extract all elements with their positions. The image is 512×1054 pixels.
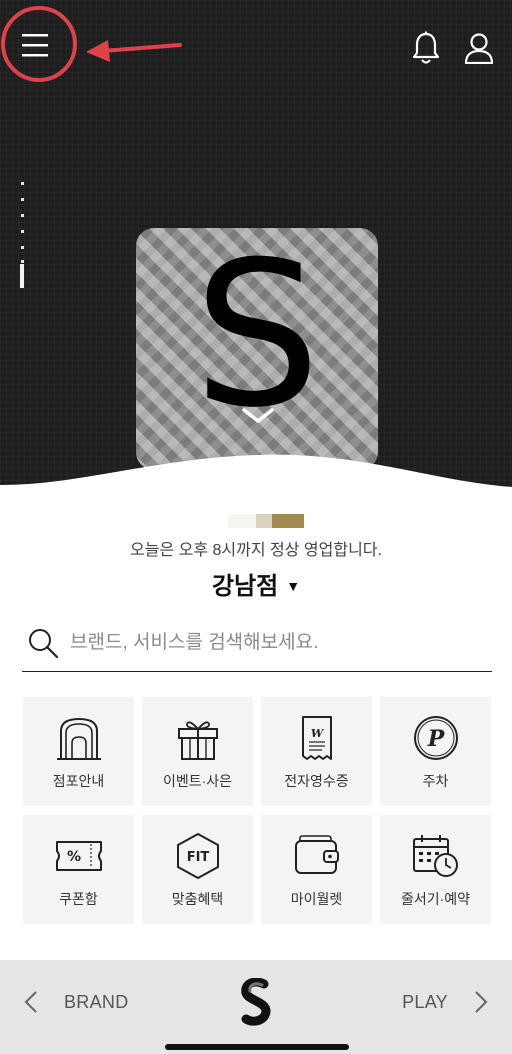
- play-nav-label: PLAY: [402, 991, 448, 1012]
- parking-icon: P: [413, 716, 458, 760]
- notification-button[interactable]: [404, 24, 448, 72]
- search-icon: [29, 629, 59, 659]
- tile-queue-reservation[interactable]: 줄서기·예약: [380, 815, 491, 924]
- calendar-clock-icon: [412, 835, 458, 877]
- search-input[interactable]: [70, 627, 480, 659]
- store-logo-card[interactable]: S: [136, 228, 378, 470]
- pager-dot: [21, 182, 24, 185]
- hero-wave-divider: [0, 454, 512, 500]
- tile-events[interactable]: 이벤트·사은: [142, 697, 253, 806]
- banner-pager[interactable]: [20, 180, 28, 292]
- fit-benefit-icon: FIT: [176, 833, 219, 879]
- dropdown-caret-icon: ▼: [286, 578, 301, 594]
- search-bar[interactable]: [22, 614, 492, 672]
- tile-coupons[interactable]: % 쿠폰함: [23, 815, 134, 924]
- s-logo-icon[interactable]: [238, 978, 274, 1026]
- brand-color-strip: [198, 514, 304, 528]
- coupon-icon: %: [55, 841, 102, 871]
- tile-custom-benefits[interactable]: FIT 맞춤혜택: [142, 815, 253, 924]
- bottom-navigation: BRAND PLAY: [0, 960, 512, 1054]
- chevron-left-icon: [24, 991, 37, 1013]
- profile-button[interactable]: [456, 24, 502, 72]
- hero-banner: S: [0, 0, 512, 500]
- brand-nav-button[interactable]: BRAND: [24, 986, 129, 1018]
- tile-label: 쿠폰함: [59, 891, 98, 907]
- hamburger-menu-button[interactable]: [6, 16, 64, 74]
- receipt-icon: W: [301, 716, 332, 760]
- gift-icon: [177, 721, 218, 760]
- tile-label: 줄서기·예약: [400, 891, 471, 907]
- pager-dot: [21, 246, 24, 249]
- pager-dot: [21, 198, 24, 201]
- tile-my-wallet[interactable]: 마이월렛: [261, 815, 372, 924]
- chevron-down-icon[interactable]: [238, 406, 278, 426]
- tile-store-info[interactable]: 점포안내: [23, 697, 134, 806]
- store-selector[interactable]: 강남점 ▼: [0, 566, 512, 601]
- svg-text:P: P: [426, 726, 445, 752]
- hamburger-menu-icon: [22, 34, 48, 57]
- tile-parking[interactable]: P 주차: [380, 697, 491, 806]
- bell-icon: [412, 31, 440, 64]
- tile-label: 이벤트·사은: [162, 773, 233, 789]
- brand-nav-label: BRAND: [64, 991, 129, 1012]
- tile-label: 맞춤혜택: [171, 891, 224, 907]
- tile-label: 전자영수증: [284, 773, 349, 789]
- store-name: 강남점: [211, 573, 279, 600]
- pager-dot: [21, 260, 24, 263]
- svg-text:FIT: FIT: [186, 850, 209, 865]
- svg-text:W: W: [310, 727, 324, 740]
- tile-e-receipt[interactable]: W 전자영수증: [261, 697, 372, 806]
- pager-dot: [21, 230, 24, 233]
- pager-dot: [21, 214, 24, 217]
- wallet-icon: [294, 835, 339, 874]
- home-indicator[interactable]: [165, 1044, 349, 1050]
- tile-label: 주차: [422, 773, 449, 789]
- user-icon: [464, 33, 494, 64]
- play-nav-button[interactable]: PLAY: [402, 986, 488, 1018]
- annotation-arrow: [86, 40, 182, 62]
- chevron-right-icon: [475, 991, 488, 1013]
- tile-label: 마이월렛: [290, 891, 343, 907]
- pager-active-bar: [20, 264, 24, 288]
- tile-label: 점포안내: [52, 773, 105, 789]
- store-icon: [56, 717, 101, 760]
- store-hours-text: 오늘은 오후 8시까지 정상 영업합니다.: [130, 542, 382, 559]
- svg-text:%: %: [66, 849, 80, 865]
